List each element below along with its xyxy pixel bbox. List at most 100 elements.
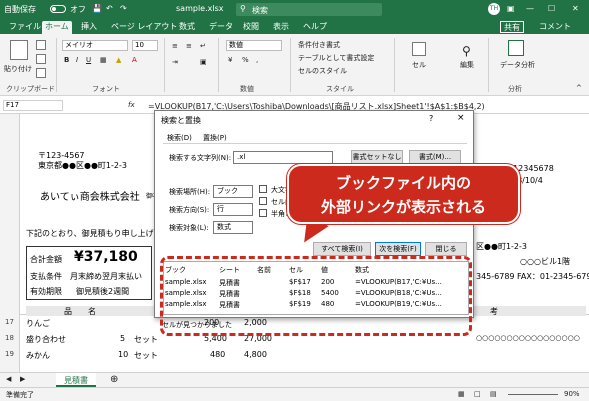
match-cell-checkbox[interactable] [259,197,267,205]
format-painter-icon[interactable] [36,68,46,78]
merge-icon[interactable]: ▣ [200,58,207,66]
maximize-icon[interactable]: ☐ [548,4,555,13]
item-amount[interactable]: 4,800 [244,350,267,359]
clipboard-group-label: クリップボード [6,85,55,93]
tab-replace[interactable]: 置換(P) [203,133,227,143]
row-number[interactable]: 18 [0,332,20,345]
data-analysis-button[interactable]: データ分析 [500,60,535,70]
page-break-icon[interactable]: ▤ [490,390,497,398]
right-address: 区●●町1-2-3 [476,242,528,251]
tab-view[interactable]: 表示 [270,21,292,34]
autosave-toggle[interactable] [50,5,66,13]
item-name[interactable]: りんご [26,318,50,329]
row-number[interactable]: 19 [0,348,20,361]
no-format-button[interactable]: 書式セットなし [351,150,403,164]
close-dialog-icon[interactable]: × [457,113,465,123]
paste-icon[interactable] [10,40,28,60]
item-qty[interactable]: 10 [118,350,128,359]
font-size-select[interactable]: 10 [132,40,158,51]
edit-button[interactable]: 編集 [460,60,474,70]
match-width-checkbox[interactable] [259,209,267,217]
item-name[interactable]: 盛り合わせ [26,334,66,345]
tab-insert[interactable]: 挿入 [78,21,100,34]
ribbon-display-icon[interactable]: ▣ [507,4,515,13]
conditional-format-button[interactable]: 条件付き書式 [298,40,340,50]
zoom-slider[interactable] [508,394,558,395]
save-icon[interactable]: 💾 [92,4,102,13]
align-center-icon[interactable]: ≡ [186,42,192,50]
row-number[interactable]: 17 [0,316,20,329]
within-select[interactable]: ブック [213,185,253,198]
indent-icon[interactable]: ⇥ [172,58,178,66]
separator [394,38,395,92]
normal-view-icon[interactable]: ▦ [458,390,465,398]
table-format-button[interactable]: テーブルとして書式設定 [298,53,374,63]
tab-find[interactable]: 検索(D) [167,133,192,143]
copy-icon[interactable] [36,54,46,64]
item-unit[interactable]: セット [134,350,158,361]
fx-icon[interactable]: fx [128,101,135,109]
look-in-select[interactable]: 数式 [213,221,253,234]
zoom-level[interactable]: 90% [564,390,580,398]
find-next-button[interactable]: 次を検索(F) [375,242,421,256]
find-what-input[interactable]: .xl [233,151,333,164]
search-direction-label: 検索方向(S): [169,206,210,214]
annotation-callout: ブックファイル内の 外部リンクが表示される [287,164,520,224]
scroll-right-icon[interactable]: ▶ [20,375,25,383]
tab-help[interactable]: ヘルプ [300,21,330,34]
border-icon[interactable]: ▦ [100,56,107,64]
cells-button[interactable]: セル [412,60,426,70]
search-direction-select[interactable]: 行 [213,203,253,216]
fill-color-icon[interactable]: ▲ [116,56,121,64]
tab-file[interactable]: ファイル [6,21,44,34]
cells-icon[interactable] [412,42,426,56]
add-sheet-icon[interactable]: ⊕ [110,374,118,385]
help-icon[interactable]: ? [429,114,433,123]
item-qty[interactable]: 5 [120,334,125,343]
cell-style-button[interactable]: セルのスタイル [298,66,347,76]
title-bar: 自動保存 オフ 💾 ↶ ↷ sample.xlsx ⚲ 検索 TH ▣ — ☐ … [0,0,589,19]
sheet-tab-estimate[interactable]: 見積書 [56,373,96,387]
within-label: 検索場所(H): [169,188,211,196]
align-left-icon[interactable]: ≡ [172,42,178,50]
item-price[interactable]: 480 [210,350,225,359]
tab-home[interactable]: ホーム [42,21,72,34]
scroll-left-icon[interactable]: ◀ [6,375,11,383]
separator [56,38,57,92]
user-avatar[interactable]: TH [488,3,500,15]
font-name-select[interactable]: メイリオ [62,40,128,51]
search-box[interactable]: ⚲ 検索 [236,3,382,16]
name-box[interactable]: F17 [3,100,63,111]
tab-data[interactable]: データ [206,21,236,34]
redo-icon[interactable]: ↷ [120,4,127,13]
item-name[interactable]: みかん [26,350,50,361]
find-all-button[interactable]: すべて検索(I) [313,242,371,256]
tab-formulas[interactable]: 数式 [176,21,198,34]
wrap-text-icon[interactable]: ↵ [200,42,206,50]
look-in-label: 検索対象(L): [169,224,209,232]
cut-icon[interactable] [36,40,46,50]
font-color-icon[interactable]: A [132,56,137,64]
data-analysis-icon[interactable] [508,40,524,56]
close-window-icon[interactable]: ✕ [572,4,579,13]
currency-icon[interactable]: ¥ [228,56,232,64]
bold-icon[interactable]: B [64,56,69,64]
minimize-icon[interactable]: — [526,4,534,13]
share-button[interactable]: 共有 [500,21,524,33]
number-format-select[interactable]: 数値 [226,40,282,51]
item-unit[interactable]: セット [134,334,158,345]
tab-page-layout[interactable]: ページ レイアウト [108,21,180,34]
format-button[interactable]: 書式(M)... [409,150,461,164]
collapse-ribbon-icon[interactable]: ^ [576,84,582,92]
italic-icon[interactable]: I [76,56,78,64]
match-case-checkbox[interactable] [259,185,267,193]
undo-icon[interactable]: ↶ [106,4,113,13]
page-layout-icon[interactable]: □ [474,390,481,398]
underline-icon[interactable]: U [86,56,91,64]
tab-review[interactable]: 校閲 [240,21,262,34]
percent-icon[interactable]: % [242,56,249,64]
edit-icon[interactable]: ⚲ [462,44,471,58]
comma-icon[interactable]: , [256,56,258,64]
comment-button[interactable]: コメント [536,21,574,34]
close-button[interactable]: 閉じる [425,242,467,256]
